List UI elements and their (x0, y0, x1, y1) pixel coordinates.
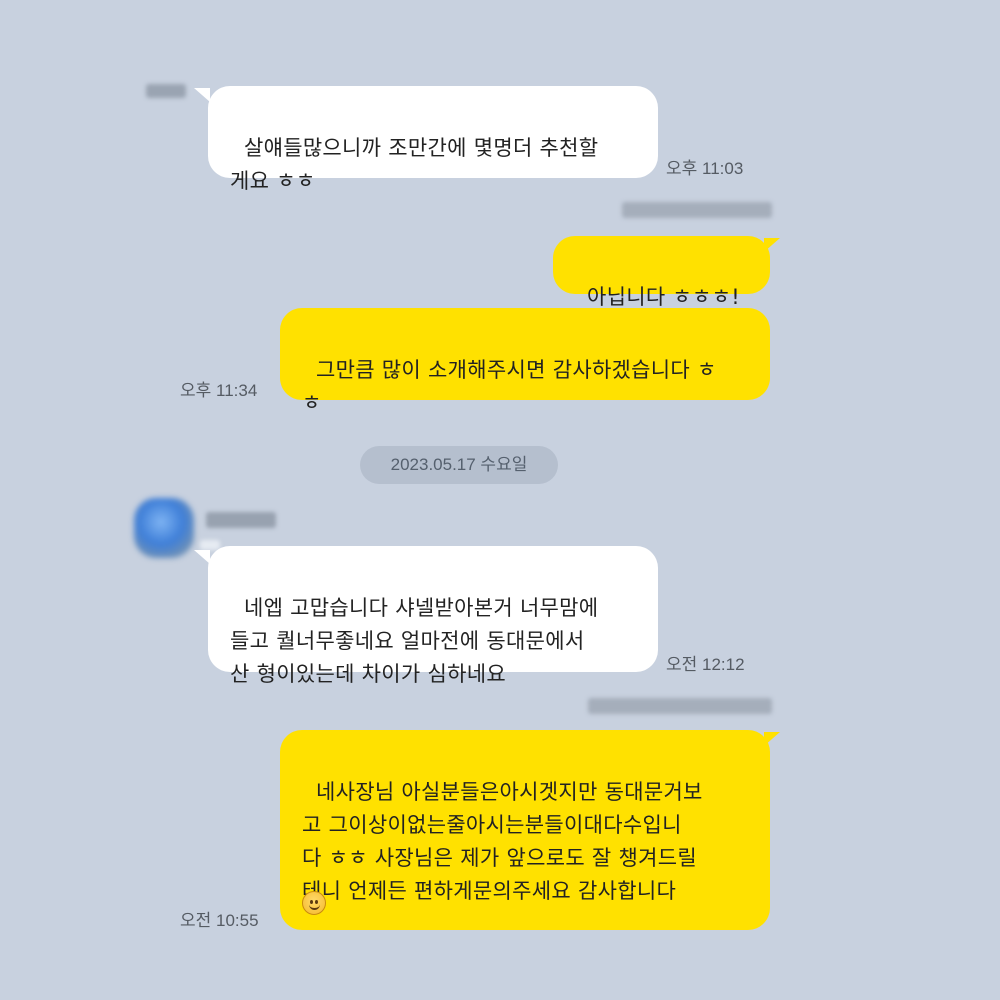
sender-name-blurred (200, 540, 220, 550)
incoming-message-bubble[interactable]: 네엡 고맙습니다 샤넬받아본거 너무맘에 들고 퀄너무좋네요 얼마전에 동대문에… (208, 546, 658, 686)
message-timestamp: 오전 10:55 (180, 911, 259, 930)
message-timestamp: 오후 11:34 (180, 381, 258, 400)
message-text: 살얘들많으니까 조만간에 몇명더 추천할 게요 ㅎㅎ (230, 136, 599, 193)
outgoing-message-bubble[interactable]: 아닙니다 ㅎㅎㅎ! (553, 236, 770, 309)
message-timestamp: 오후 11:03 (666, 159, 744, 178)
smiling-face-icon (302, 891, 326, 915)
outgoing-bubble-tail (764, 732, 780, 746)
sender-name-blurred (146, 84, 186, 98)
avatar[interactable] (134, 498, 194, 558)
date-separator: 2023.05.17 수요일 (360, 446, 558, 484)
blurred-status-line (588, 698, 772, 714)
message-text: 그만큼 많이 소개해주시면 감사하겠습니다 ㅎ ㅎ (302, 358, 717, 415)
message-timestamp: 오전 12:12 (666, 655, 745, 674)
message-text: 네사장님 아실분들은아시겟지만 동대문거보 고 그이상이없는줄아시는분들이대다수… (302, 780, 703, 903)
incoming-bubble-tail (194, 88, 210, 102)
blurred-status-line (622, 202, 772, 218)
outgoing-message-bubble[interactable]: 그만큼 많이 소개해주시면 감사하겠습니다 ㅎ ㅎ (280, 308, 770, 415)
message-text: 네엡 고맙습니다 샤넬받아본거 너무맘에 들고 퀄너무좋네요 얼마전에 동대문에… (230, 596, 599, 686)
incoming-message-bubble[interactable]: 살얘들많으니까 조만간에 몇명더 추천할 게요 ㅎㅎ (208, 86, 658, 193)
sender-name-blurred (206, 512, 276, 528)
message-text: 아닙니다 ㅎㅎㅎ! (586, 285, 740, 309)
incoming-bubble-tail (194, 550, 210, 564)
outgoing-message-bubble[interactable]: 네사장님 아실분들은아시겟지만 동대문거보 고 그이상이없는줄아시는분들이대다수… (280, 730, 770, 930)
outgoing-bubble-tail (764, 238, 780, 252)
